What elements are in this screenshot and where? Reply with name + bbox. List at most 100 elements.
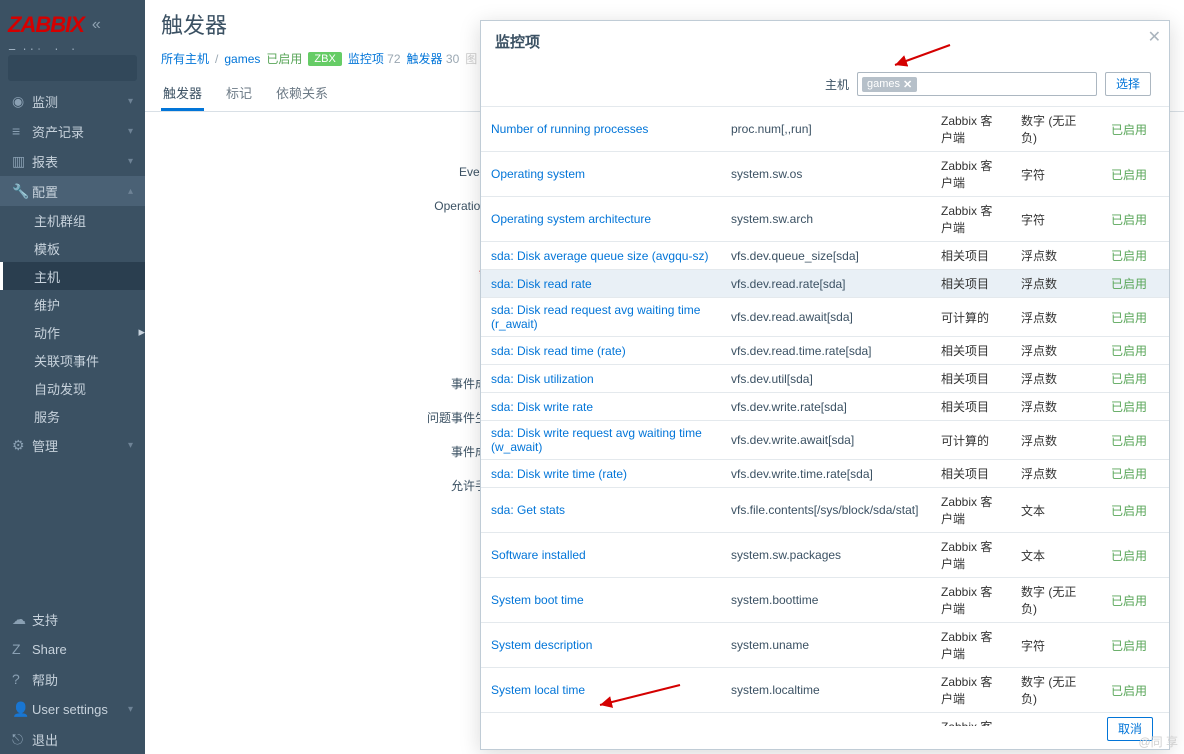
- item-name-link[interactable]: sda: Disk write request avg waiting time…: [491, 426, 702, 454]
- item-row[interactable]: Operating system architecturesystem.sw.a…: [481, 197, 1169, 242]
- bottomnav-0[interactable]: ☁支持: [0, 604, 145, 634]
- item-source: Zabbix 客户端: [931, 107, 1011, 152]
- nav-label: 支持: [32, 610, 58, 629]
- nav-icon: 🔧: [12, 183, 32, 200]
- close-icon[interactable]: ✕: [1148, 27, 1161, 47]
- subnav-2[interactable]: 主机: [0, 262, 145, 290]
- item-row[interactable]: Operating systemsystem.sw.osZabbix 客户端字符…: [481, 152, 1169, 197]
- item-row[interactable]: sda: Disk utilizationvfs.dev.util[sda]相关…: [481, 365, 1169, 393]
- subnav-1[interactable]: 模板: [0, 234, 145, 262]
- item-type: 浮点数: [1011, 298, 1101, 337]
- item-name-link[interactable]: System boot time: [491, 593, 584, 607]
- subnav-0[interactable]: 主机群组: [0, 206, 145, 234]
- crumb-items[interactable]: 监控项: [348, 52, 384, 66]
- item-type: 浮点数: [1011, 393, 1101, 421]
- item-row[interactable]: sda: Disk read ratevfs.dev.read.rate[sda…: [481, 270, 1169, 298]
- label-severity: 严重性: [145, 228, 533, 252]
- host-filter-label: 主机: [825, 76, 849, 93]
- item-row[interactable]: sda: Disk read time (rate)vfs.dev.read.t…: [481, 337, 1169, 365]
- item-key: vfs.dev.write.rate[sda]: [721, 393, 931, 421]
- item-name-link[interactable]: System local time: [491, 683, 585, 697]
- item-row[interactable]: sda: Disk average queue size (avgqu-sz) v…: [481, 242, 1169, 270]
- item-name-link[interactable]: Software installed: [491, 548, 586, 562]
- item-type: 浮点数: [1011, 337, 1101, 365]
- search-input[interactable]: [8, 55, 137, 81]
- subnav-6[interactable]: 自动发现: [0, 374, 145, 402]
- nav-4[interactable]: ⚙管理▾: [0, 430, 145, 460]
- subnav-3[interactable]: 维护: [0, 290, 145, 318]
- item-type: 字符: [1011, 197, 1101, 242]
- nav-label: User settings: [32, 702, 108, 717]
- item-row[interactable]: sda: Disk read request avg waiting time …: [481, 298, 1169, 337]
- crumb-all[interactable]: 所有主机: [161, 50, 209, 67]
- item-type: 浮点数: [1011, 460, 1101, 488]
- item-name-link[interactable]: Number of running processes: [491, 122, 648, 136]
- bottomnav-4[interactable]: ⎋退出: [0, 724, 145, 754]
- tab-1[interactable]: 标记: [224, 77, 254, 111]
- tab-2[interactable]: 依赖关系: [274, 77, 330, 111]
- subnav-label: 自动发现: [34, 379, 86, 398]
- item-row[interactable]: sda: Disk write request avg waiting time…: [481, 421, 1169, 460]
- item-source: Zabbix 客户端: [931, 623, 1011, 668]
- label-okclose: 事件成功关闭: [145, 440, 533, 464]
- item-type: 数字 (无正负): [1011, 107, 1101, 152]
- chip-remove-icon[interactable]: ✕: [903, 78, 912, 91]
- subnav-7[interactable]: 服务: [0, 402, 145, 430]
- label-opdata: Operational data: [145, 194, 533, 218]
- item-key: proc.num[,,run]: [721, 107, 931, 152]
- crumb-triggers[interactable]: 触发器: [407, 52, 443, 66]
- crumb-host[interactable]: games: [224, 52, 260, 66]
- item-name-link[interactable]: Operating system architecture: [491, 212, 651, 226]
- host-filter-input[interactable]: games✕: [857, 72, 1097, 96]
- item-status: 已启用: [1101, 578, 1169, 623]
- item-status: 已启用: [1101, 107, 1169, 152]
- nav-1[interactable]: ≡资产记录▾: [0, 116, 145, 146]
- item-row[interactable]: System namesystem.hostnameZabbix 客户端字符已启…: [481, 713, 1169, 727]
- item-name-link[interactable]: sda: Disk write time (rate): [491, 467, 627, 481]
- item-name-link[interactable]: sda: Get stats: [491, 503, 565, 517]
- item-row[interactable]: sda: Get statsvfs.file.contents[/sys/blo…: [481, 488, 1169, 533]
- item-name-link[interactable]: System description: [491, 638, 592, 652]
- collapse-icon[interactable]: «: [92, 16, 101, 34]
- item-key: vfs.dev.util[sda]: [721, 365, 931, 393]
- item-row[interactable]: Software installedsystem.sw.packagesZabb…: [481, 533, 1169, 578]
- item-type: 字符: [1011, 713, 1101, 727]
- item-name-link[interactable]: sda: Disk write rate: [491, 400, 593, 414]
- item-status: 已启用: [1101, 421, 1169, 460]
- subnav-label: 关联项事件: [34, 351, 99, 370]
- zbx-badge: ZBX: [308, 52, 341, 66]
- item-name-link[interactable]: sda: Disk average queue size (avgqu-sz): [491, 249, 708, 263]
- item-name-link[interactable]: sda: Disk read request avg waiting time …: [491, 303, 700, 331]
- bottomnav-3[interactable]: 👤User settings▾: [0, 694, 145, 724]
- label-expr: 表达式: [145, 262, 533, 286]
- item-status: 已启用: [1101, 365, 1169, 393]
- item-name-link[interactable]: sda: Disk read time (rate): [491, 344, 626, 358]
- item-key: vfs.dev.queue_size[sda]: [721, 242, 931, 270]
- host-chip[interactable]: games✕: [862, 77, 917, 92]
- bottomnav-2[interactable]: ?帮助: [0, 664, 145, 694]
- select-button[interactable]: 选择: [1105, 72, 1151, 96]
- item-source: 可计算的: [931, 421, 1011, 460]
- bottomnav-1[interactable]: ZShare: [0, 634, 145, 664]
- nav-icon: ⎋: [12, 731, 32, 748]
- label-enabled: 已启用: [145, 625, 533, 649]
- item-row[interactable]: System local timesystem.localtimeZabbix …: [481, 668, 1169, 713]
- nav-0[interactable]: ◉监测▾: [0, 86, 145, 116]
- item-type: 浮点数: [1011, 365, 1101, 393]
- item-row[interactable]: sda: Disk write time (rate)vfs.dev.write…: [481, 460, 1169, 488]
- nav-2[interactable]: ▥报表▾: [0, 146, 145, 176]
- item-source: Zabbix 客户端: [931, 488, 1011, 533]
- item-row[interactable]: sda: Disk write rate vfs.dev.write.rate[s…: [481, 393, 1169, 421]
- item-name-link[interactable]: sda: Disk read rate: [491, 277, 592, 291]
- subnav-5[interactable]: 关联项事件: [0, 346, 145, 374]
- logo: ZABBIX: [8, 12, 84, 38]
- item-row[interactable]: System boot timesystem.boottimeZabbix 客户…: [481, 578, 1169, 623]
- subnav-4[interactable]: 动作▸: [0, 318, 145, 346]
- item-name-link[interactable]: Operating system: [491, 167, 585, 181]
- chevron-icon: ▾: [128, 96, 133, 107]
- item-row[interactable]: Number of running processes proc.num[,,ru…: [481, 107, 1169, 152]
- item-name-link[interactable]: sda: Disk utilization: [491, 372, 594, 386]
- nav-3[interactable]: 🔧配置▴: [0, 176, 145, 206]
- tab-0[interactable]: 触发器: [161, 77, 204, 111]
- item-row[interactable]: System descriptionsystem.unameZabbix 客户端…: [481, 623, 1169, 668]
